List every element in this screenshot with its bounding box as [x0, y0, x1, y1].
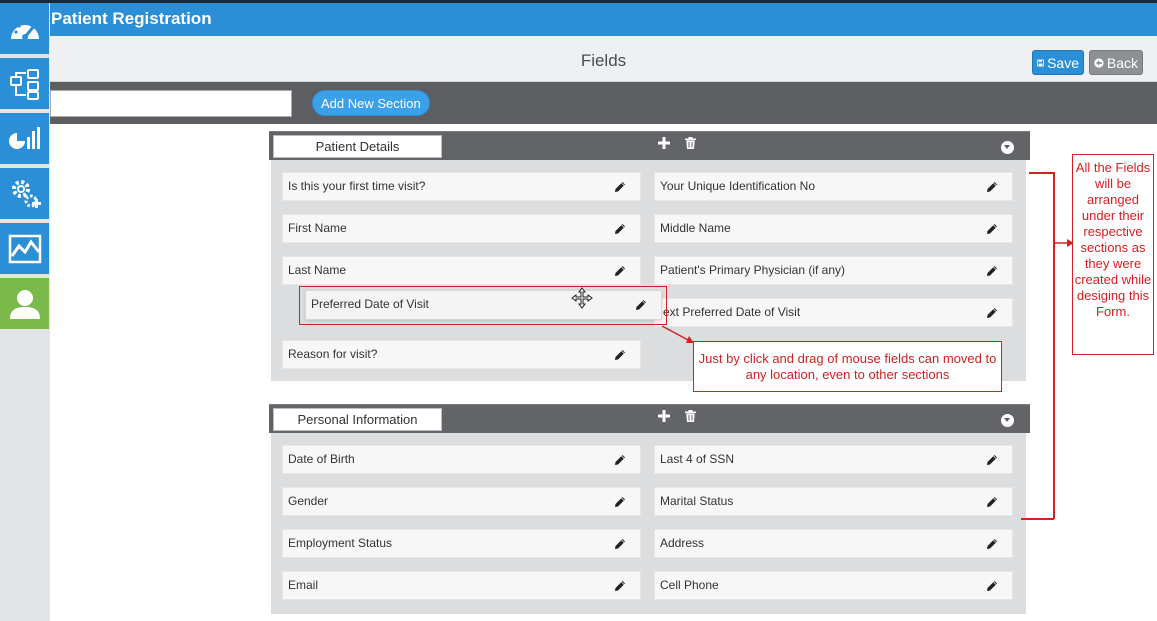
- pencil-edit-icon[interactable]: [986, 496, 998, 508]
- field-item[interactable]: Last Name: [282, 256, 641, 285]
- section-title[interactable]: Personal Information: [273, 408, 442, 431]
- field-item[interactable]: Middle Name: [654, 214, 1013, 243]
- field-label: Last 4 of SSN: [660, 452, 735, 466]
- field-label: Middle Name: [660, 221, 731, 235]
- field-label: Is this your first time visit?: [288, 179, 426, 193]
- floppy-disk-icon: [1037, 59, 1044, 66]
- pencil-edit-icon[interactable]: [986, 223, 998, 235]
- dashboard-gauge-icon: [10, 20, 39, 40]
- field-label: Marital Status: [660, 494, 734, 508]
- field-label: Your Unique Identification No: [660, 179, 815, 193]
- pencil-edit-icon[interactable]: [986, 307, 998, 319]
- field-label: ext Preferred Date of Visit: [663, 305, 801, 319]
- settings-gears-icon: [11, 179, 41, 208]
- pencil-edit-icon[interactable]: [986, 538, 998, 550]
- user-icon: [9, 289, 40, 319]
- sidebar: [0, 3, 50, 621]
- reports-chart-icon: [8, 126, 40, 149]
- field-label: Cell Phone: [660, 578, 719, 592]
- bracket-vertical: [1053, 172, 1055, 519]
- sidebar-item-analytics[interactable]: [0, 223, 49, 276]
- delete-section-icon[interactable]: [685, 137, 696, 149]
- drag-annotation-note: Just by click and drag of mouse fields c…: [693, 341, 1002, 392]
- field-label: Employment Status: [288, 536, 393, 550]
- pencil-edit-icon[interactable]: [614, 538, 626, 550]
- pencil-edit-icon[interactable]: [614, 181, 626, 193]
- collapse-section-icon[interactable]: [1001, 414, 1014, 427]
- analytics-trend-icon: [8, 234, 41, 263]
- sidebar-item-workflow[interactable]: [0, 58, 49, 111]
- section-toolbar: Add New Section: [50, 82, 1157, 124]
- add-field-icon[interactable]: [658, 137, 670, 149]
- sidebar-item-patients[interactable]: [0, 278, 49, 331]
- field-item[interactable]: Cell Phone: [654, 571, 1013, 600]
- pencil-edit-icon[interactable]: [614, 349, 626, 361]
- pencil-edit-icon[interactable]: [986, 454, 998, 466]
- collapse-section-icon[interactable]: [1001, 141, 1014, 154]
- field-item[interactable]: Reason for visit?: [282, 340, 641, 369]
- page-header: Fields Save Back: [50, 36, 1157, 82]
- pencil-edit-icon[interactable]: [986, 181, 998, 193]
- section-body: Date of Birth Last 4 of SSN Gender Marit…: [271, 433, 1026, 614]
- sidebar-item-reports[interactable]: [0, 113, 49, 166]
- save-button[interactable]: Save: [1032, 50, 1084, 75]
- field-label: Email: [288, 578, 319, 592]
- bracket-top: [1029, 172, 1054, 174]
- delete-section-icon[interactable]: [685, 410, 696, 422]
- section-header[interactable]: Personal Information: [269, 404, 1030, 433]
- pencil-edit-icon[interactable]: [986, 580, 998, 592]
- field-label: Date of Birth: [288, 452, 355, 466]
- back-button[interactable]: Back: [1089, 50, 1143, 75]
- section-name-input[interactable]: [50, 90, 292, 117]
- pencil-edit-icon[interactable]: [986, 265, 998, 277]
- field-item[interactable]: Gender: [282, 487, 641, 516]
- field-item[interactable]: Your Unique Identification No: [654, 172, 1013, 201]
- section-header[interactable]: Patient Details: [269, 131, 1030, 160]
- sidebar-item-settings[interactable]: [0, 168, 49, 221]
- field-item[interactable]: ext Preferred Date of Visit: [654, 298, 1013, 327]
- field-item[interactable]: Email: [282, 571, 641, 600]
- field-item[interactable]: Date of Birth: [282, 445, 641, 474]
- section-personal-information: Personal Information Date of Birth Last …: [269, 404, 1030, 614]
- back-button-label: Back: [1106, 54, 1138, 71]
- sections-annotation-note: All the Fields will be arranged under th…: [1072, 154, 1154, 355]
- field-label: First Name: [288, 221, 347, 235]
- field-label: Address: [660, 536, 705, 550]
- field-item[interactable]: Is this your first time visit?: [282, 172, 641, 201]
- dragging-highlight-box: [299, 286, 667, 325]
- field-item[interactable]: Employment Status: [282, 529, 641, 558]
- section-title[interactable]: Patient Details: [273, 135, 442, 158]
- save-button-label: Save: [1047, 54, 1079, 71]
- page-title: Fields: [580, 51, 627, 70]
- field-label: Gender: [288, 494, 329, 508]
- pencil-edit-icon[interactable]: [614, 496, 626, 508]
- pencil-edit-icon[interactable]: [614, 454, 626, 466]
- field-item[interactable]: Patient's Primary Physician (if any): [654, 256, 1013, 285]
- add-field-icon[interactable]: [658, 410, 670, 422]
- field-label: Reason for visit?: [288, 347, 378, 361]
- sidebar-item-dashboard[interactable]: [0, 3, 49, 56]
- field-item[interactable]: First Name: [282, 214, 641, 243]
- pencil-edit-icon[interactable]: [614, 223, 626, 235]
- arrow-left-circle-icon: [1094, 57, 1104, 68]
- pencil-edit-icon[interactable]: [614, 580, 626, 592]
- field-label: Patient's Primary Physician (if any): [660, 263, 846, 277]
- field-label: Last Name: [288, 263, 347, 277]
- field-item[interactable]: Marital Status: [654, 487, 1013, 516]
- app-header: Patient Registration: [50, 3, 1157, 36]
- pencil-edit-icon[interactable]: [614, 265, 626, 277]
- add-new-section-button[interactable]: Add New Section: [312, 90, 430, 116]
- field-item[interactable]: Last 4 of SSN: [654, 445, 1013, 474]
- bracket-bottom: [1021, 518, 1054, 520]
- app-title: Patient Registration: [51, 9, 212, 28]
- workflow-icon: [9, 68, 39, 100]
- field-item[interactable]: Address: [654, 529, 1013, 558]
